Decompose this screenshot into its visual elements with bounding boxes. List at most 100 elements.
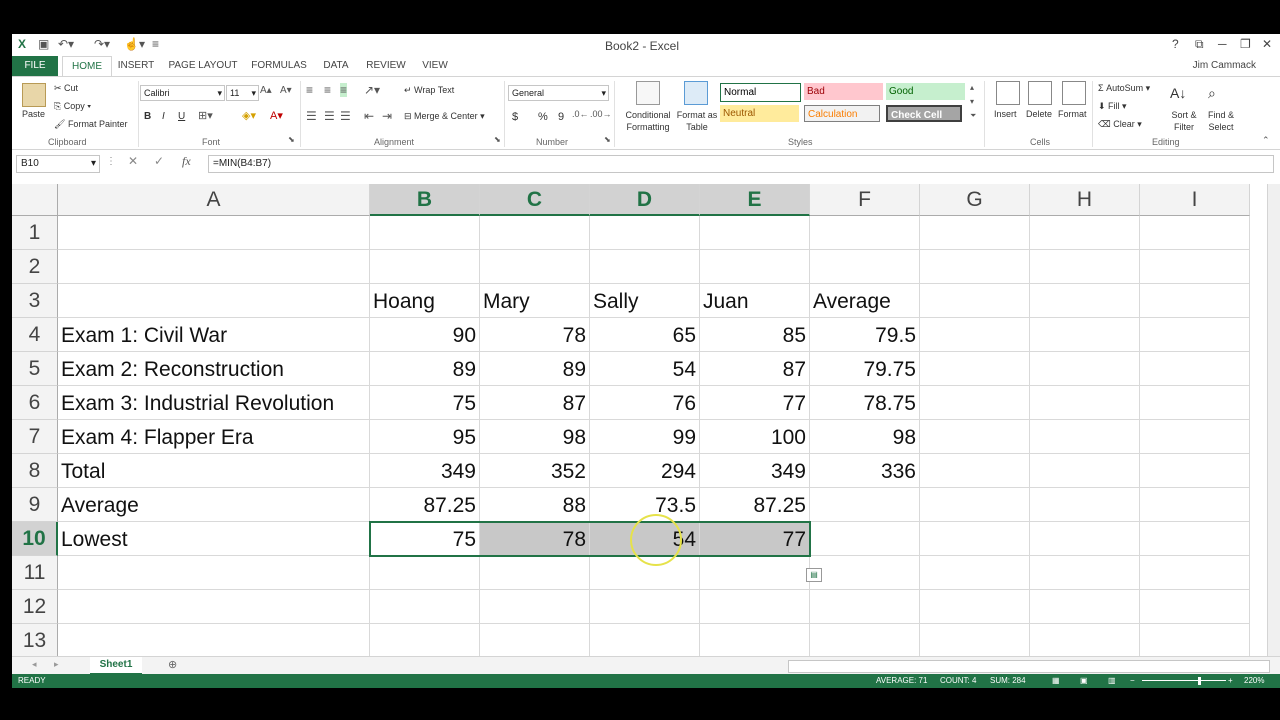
- cell-h5[interactable]: [1030, 352, 1140, 386]
- cell-i13[interactable]: [1140, 624, 1250, 656]
- cell-i1[interactable]: [1140, 216, 1250, 250]
- styles-scroll-down-icon[interactable]: ▾: [970, 97, 974, 106]
- format-painter-button[interactable]: 🖌 Format Painter: [54, 119, 127, 130]
- tab-review[interactable]: REVIEW: [364, 56, 408, 76]
- cell-f5[interactable]: 79.75: [810, 352, 920, 386]
- cell-g1[interactable]: [920, 216, 1030, 250]
- style-check-cell[interactable]: Check Cell: [886, 105, 962, 122]
- underline-button[interactable]: U: [178, 111, 185, 122]
- cell-g10[interactable]: [920, 522, 1030, 556]
- cell-b10[interactable]: 75: [370, 522, 480, 556]
- font-name-select[interactable]: Calibri ▾: [140, 85, 225, 101]
- cell-a6[interactable]: Exam 3: Industrial Revolution: [58, 386, 370, 420]
- cell-f13[interactable]: [810, 624, 920, 656]
- indent-icon[interactable]: ⇤: [364, 109, 374, 123]
- wrap-text-button[interactable]: ↵ Wrap Text: [404, 85, 454, 96]
- cell-e8[interactable]: 349: [700, 454, 810, 488]
- close-button[interactable]: ✕: [1262, 37, 1272, 51]
- name-box[interactable]: B10 ▾: [16, 155, 100, 173]
- shrink-font-icon[interactable]: A▾: [280, 85, 292, 96]
- cell-f3[interactable]: Average: [810, 284, 920, 318]
- italic-button[interactable]: I: [162, 111, 165, 122]
- column-header-e[interactable]: E: [700, 184, 810, 216]
- percent-button[interactable]: %: [538, 111, 548, 123]
- cell-e9[interactable]: 87.25: [700, 488, 810, 522]
- cell-b2[interactable]: [370, 250, 480, 284]
- row-header-12[interactable]: 12: [12, 590, 58, 624]
- cell-h9[interactable]: [1030, 488, 1140, 522]
- undo-icon[interactable]: ↶▾: [58, 37, 74, 51]
- column-header-i[interactable]: I: [1140, 184, 1250, 216]
- cell-c12[interactable]: [480, 590, 590, 624]
- cell-d11[interactable]: [590, 556, 700, 590]
- redo-icon[interactable]: ↷▾: [94, 37, 110, 51]
- cell-g9[interactable]: [920, 488, 1030, 522]
- cell-g4[interactable]: [920, 318, 1030, 352]
- cell-a8[interactable]: Total: [58, 454, 370, 488]
- cell-d4[interactable]: 65: [590, 318, 700, 352]
- cell-b11[interactable]: [370, 556, 480, 590]
- cell-g13[interactable]: [920, 624, 1030, 656]
- cell-c5[interactable]: 89: [480, 352, 590, 386]
- cell-e11[interactable]: [700, 556, 810, 590]
- cell-g8[interactable]: [920, 454, 1030, 488]
- sheet-tab-sheet1[interactable]: Sheet1: [90, 657, 142, 675]
- minimize-button[interactable]: ─: [1218, 37, 1227, 51]
- bold-button[interactable]: B: [144, 111, 151, 122]
- cell-d8[interactable]: 294: [590, 454, 700, 488]
- restore-button[interactable]: ❐: [1240, 37, 1251, 51]
- worksheet-grid[interactable]: ABCDEFGHI 1 2 3 4 5 6 7 8 9 10 11 12 13 Hoang Mary Sal…: [12, 184, 1268, 656]
- cell-g2[interactable]: [920, 250, 1030, 284]
- cell-c10[interactable]: 78: [480, 522, 590, 556]
- cell-e10[interactable]: 77: [700, 522, 810, 556]
- cell-a2[interactable]: [58, 250, 370, 284]
- style-neutral[interactable]: Neutral: [720, 105, 799, 122]
- cell-a12[interactable]: [58, 590, 370, 624]
- cell-c3[interactable]: Mary: [480, 284, 590, 318]
- vertical-scrollbar[interactable]: [1267, 184, 1280, 656]
- cell-f8[interactable]: 336: [810, 454, 920, 488]
- cell-f11[interactable]: [810, 556, 920, 590]
- tab-view[interactable]: VIEW: [418, 56, 452, 76]
- cell-h8[interactable]: [1030, 454, 1140, 488]
- select-all-corner[interactable]: [12, 184, 58, 216]
- increase-decimal-icon[interactable]: .0←: [572, 109, 589, 119]
- insert-cells-button[interactable]: Insert: [994, 109, 1017, 119]
- column-header-h[interactable]: H: [1030, 184, 1140, 216]
- cell-d13[interactable]: [590, 624, 700, 656]
- cell-f12[interactable]: [810, 590, 920, 624]
- cell-h7[interactable]: [1030, 420, 1140, 454]
- tab-file[interactable]: FILE: [12, 56, 58, 76]
- zoom-in-icon[interactable]: +: [1228, 674, 1233, 688]
- borders-icon[interactable]: ⊞▾: [198, 109, 213, 122]
- cell-c9[interactable]: 88: [480, 488, 590, 522]
- merge-center-button[interactable]: ⊟ Merge & Center ▾: [404, 111, 485, 122]
- delete-cells-button[interactable]: Delete: [1026, 109, 1052, 119]
- row-header-1[interactable]: 1: [12, 216, 58, 250]
- new-sheet-icon[interactable]: ⊕: [168, 658, 177, 671]
- cell-a7[interactable]: Exam 4: Flapper Era: [58, 420, 370, 454]
- column-header-b[interactable]: B: [370, 184, 480, 216]
- cell-c8[interactable]: 352: [480, 454, 590, 488]
- style-normal[interactable]: Normal: [720, 83, 801, 102]
- column-header-a[interactable]: A: [58, 184, 370, 216]
- style-calculation[interactable]: Calculation: [804, 105, 880, 122]
- cell-i4[interactable]: [1140, 318, 1250, 352]
- tab-insert[interactable]: INSERT: [116, 56, 156, 76]
- format-as-table-button[interactable]: Format as Table: [676, 109, 718, 133]
- page-layout-view-icon[interactable]: ▣: [1080, 674, 1088, 688]
- cell-h2[interactable]: [1030, 250, 1140, 284]
- cell-e13[interactable]: [700, 624, 810, 656]
- cell-e4[interactable]: 85: [700, 318, 810, 352]
- grow-font-icon[interactable]: A▴: [260, 85, 272, 96]
- cell-b9[interactable]: 87.25: [370, 488, 480, 522]
- tab-page-layout[interactable]: PAGE LAYOUT: [168, 56, 238, 76]
- row-header-7[interactable]: 7: [12, 420, 58, 454]
- style-bad[interactable]: Bad: [804, 83, 883, 100]
- cell-b8[interactable]: 349: [370, 454, 480, 488]
- cell-b13[interactable]: [370, 624, 480, 656]
- find-select-button[interactable]: Find & Select: [1202, 109, 1240, 133]
- zoom-slider-thumb[interactable]: [1198, 677, 1201, 685]
- cell-i7[interactable]: [1140, 420, 1250, 454]
- column-header-f[interactable]: F: [810, 184, 920, 216]
